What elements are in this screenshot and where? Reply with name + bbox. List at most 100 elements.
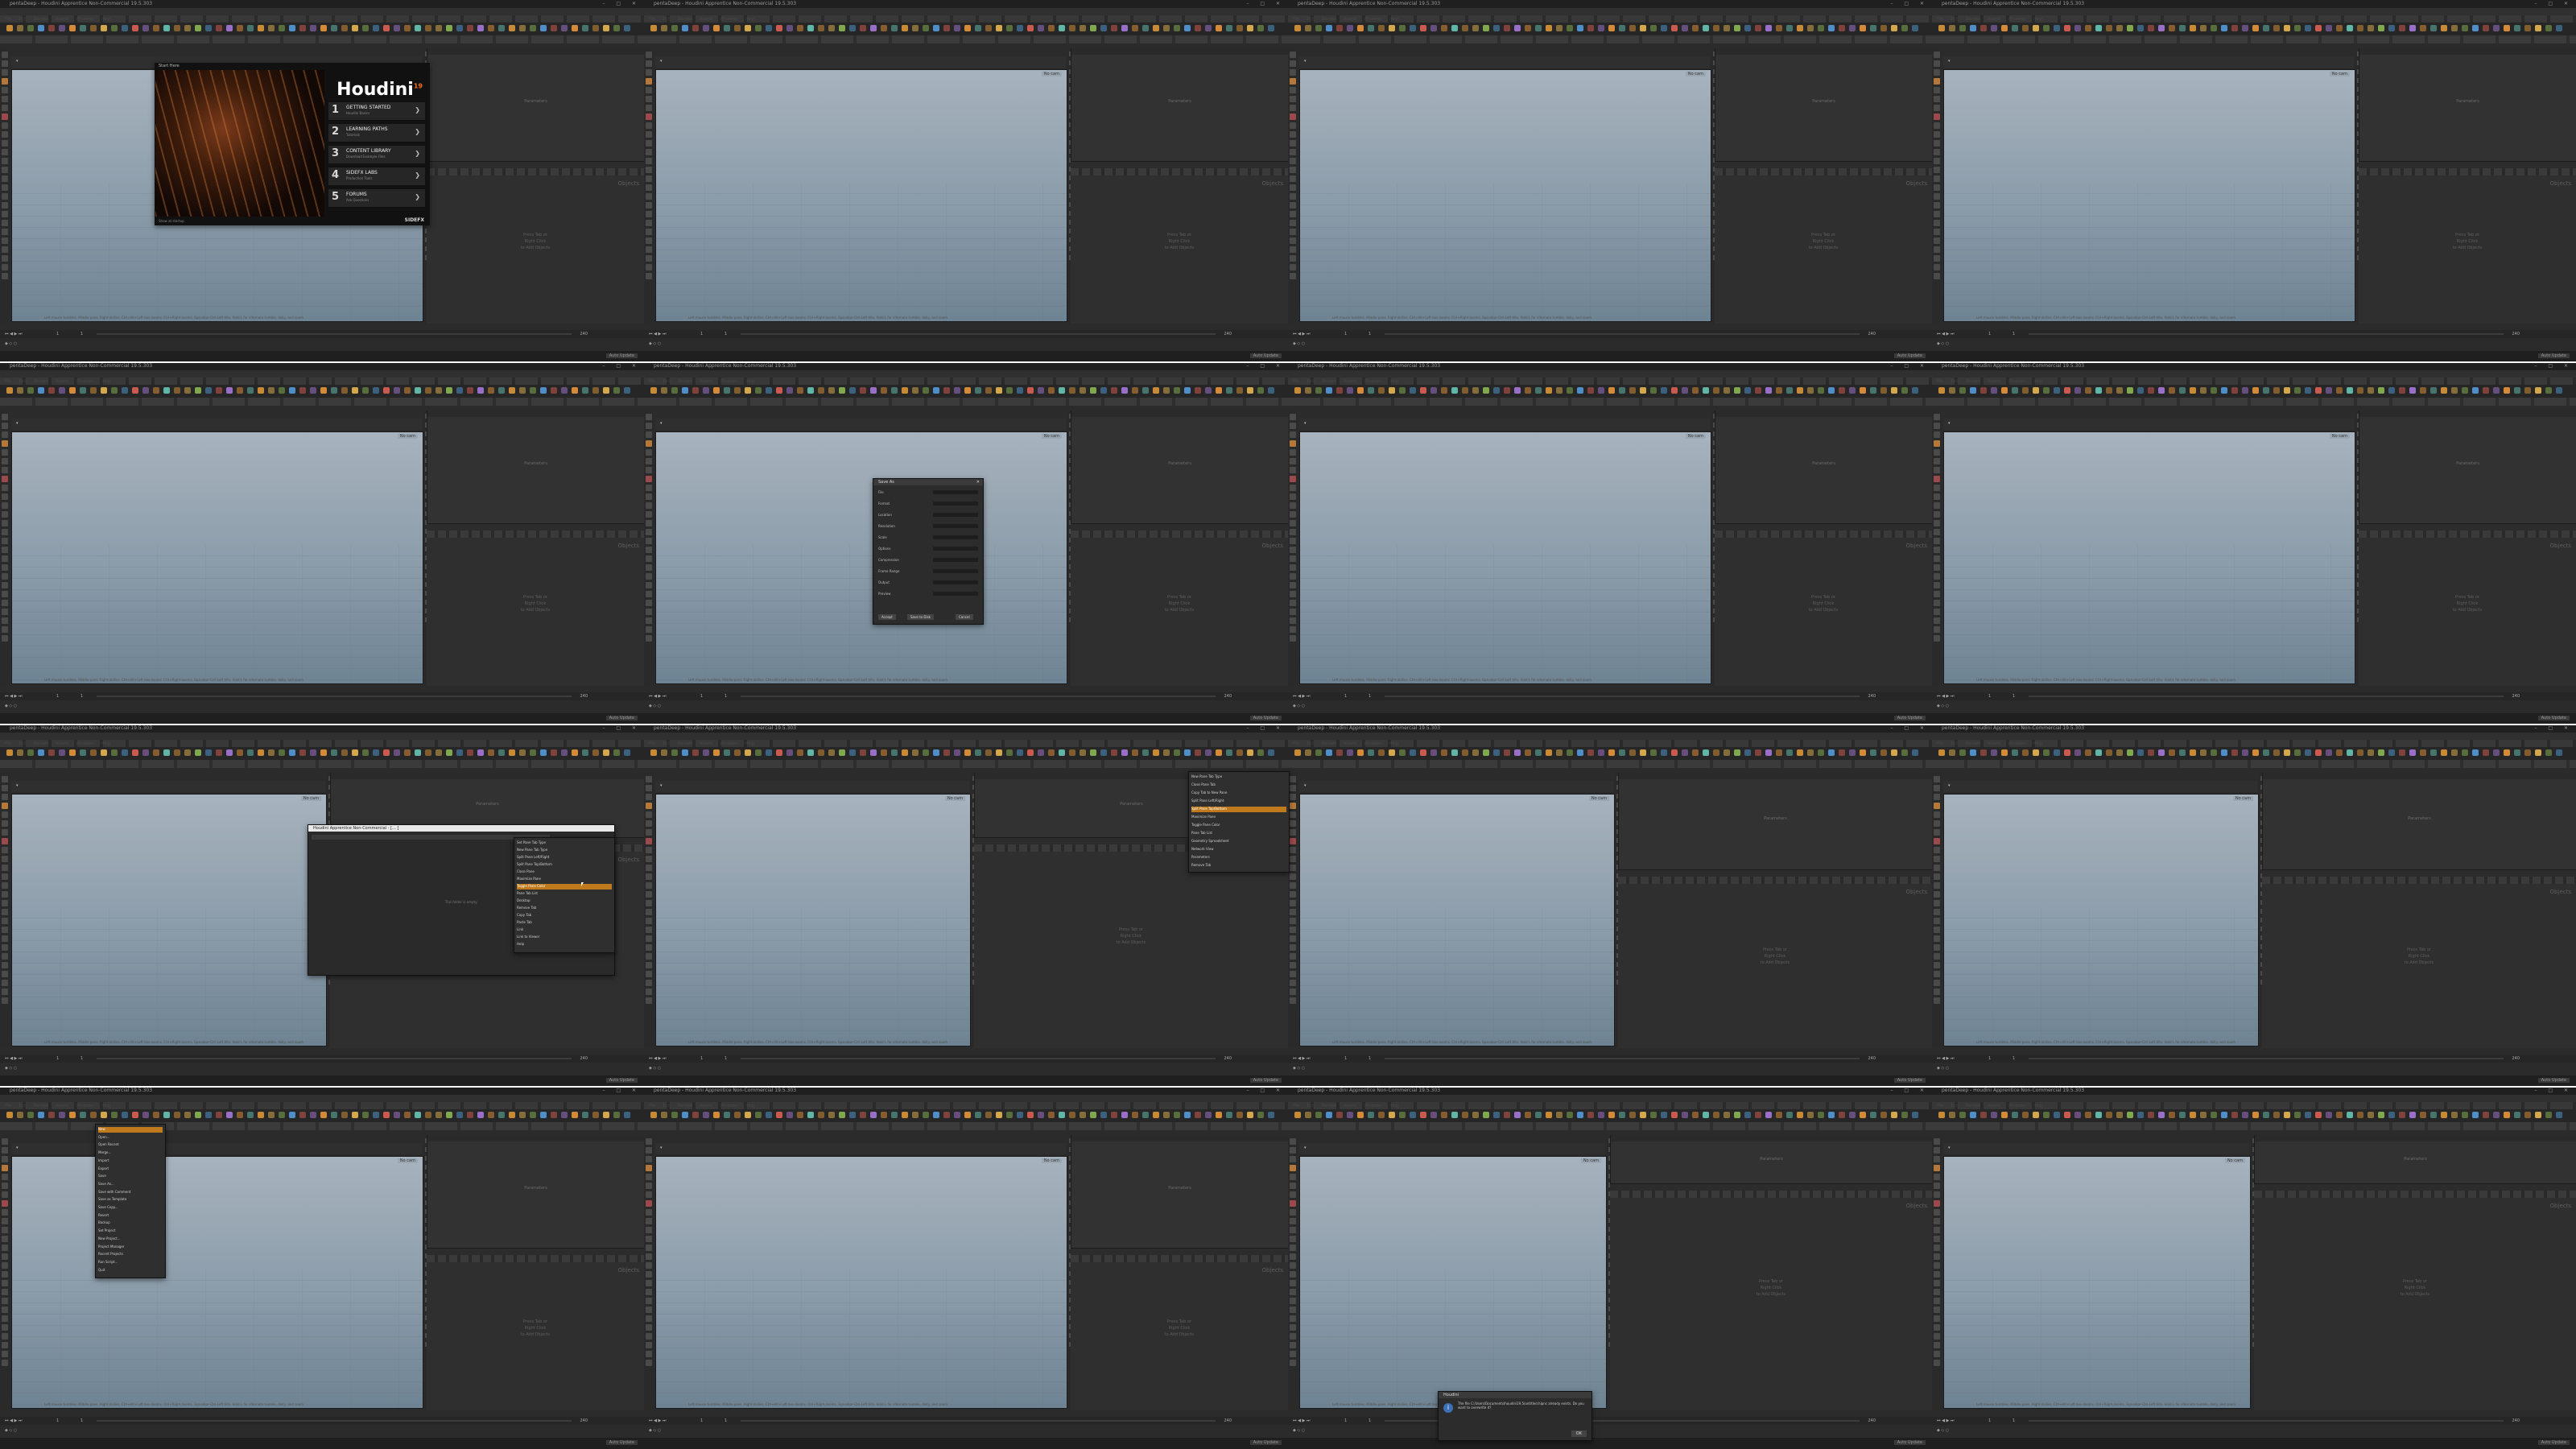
- shelf-tool-icon[interactable]: [703, 25, 709, 31]
- tool-icon[interactable]: [1290, 865, 1296, 871]
- tool-icon[interactable]: [646, 211, 652, 217]
- shelf-tool-icon[interactable]: [755, 387, 762, 394]
- auto-update-button[interactable]: Auto Update: [1249, 353, 1282, 358]
- shelf-tool-icon[interactable]: [2399, 25, 2405, 31]
- tool-icon[interactable]: [2, 211, 8, 217]
- shelf-tool-icon[interactable]: [2451, 25, 2458, 31]
- current-frame[interactable]: 1: [56, 1418, 59, 1423]
- ok-button[interactable]: OK: [1571, 1430, 1587, 1437]
- tool-icon[interactable]: [1934, 184, 1940, 191]
- dialog-button-cancel[interactable]: Cancel: [956, 614, 973, 620]
- shelf-tool-icon[interactable]: [561, 749, 568, 756]
- shelf-tool-icon[interactable]: [1315, 749, 1322, 756]
- range-end[interactable]: 240: [1224, 1056, 1232, 1061]
- shelf-tool-icon[interactable]: [2054, 749, 2060, 756]
- tool-icon[interactable]: [646, 193, 652, 200]
- tool-icon[interactable]: [646, 1324, 652, 1331]
- shelf-tool-icon[interactable]: [1195, 749, 1201, 756]
- tool-icon[interactable]: [646, 264, 652, 270]
- shelf-tool-icon[interactable]: [1901, 1112, 1908, 1118]
- shelf-tool-icon[interactable]: [477, 749, 484, 756]
- network-editor[interactable]: Press Tab orRight Clickto Add ObjectsObj…: [427, 175, 644, 324]
- shelf-tool-icon[interactable]: [776, 749, 782, 756]
- shelf-tool-icon[interactable]: [69, 1112, 76, 1118]
- tool-icon[interactable]: [2, 440, 8, 447]
- tool-icon[interactable]: [1290, 609, 1296, 615]
- window-controls[interactable]: – □ ✕: [2534, 1088, 2573, 1093]
- shelf-tool-icon[interactable]: [289, 1112, 295, 1118]
- shelf-tool-icon[interactable]: [1692, 1112, 1699, 1118]
- shelf-tool-icon[interactable]: [2420, 387, 2426, 394]
- shelf-tool-icon[interactable]: [1901, 749, 1908, 756]
- context-menu-item[interactable]: Link to Viewer: [517, 935, 612, 940]
- shelf-tool-icon[interactable]: [1048, 1112, 1055, 1118]
- shelf-tool-icon[interactable]: [1949, 25, 1955, 31]
- shelf-tool-icon[interactable]: [1111, 25, 1117, 31]
- tool-icon[interactable]: [646, 1156, 652, 1162]
- shelf-tool-icon[interactable]: [6, 749, 13, 756]
- tool-icon[interactable]: [1290, 220, 1296, 226]
- range-end[interactable]: 240: [2512, 694, 2520, 699]
- shelf-tool-icon[interactable]: [1336, 1112, 1343, 1118]
- shelf-tool-icon[interactable]: [724, 749, 730, 756]
- shelf-tool-icon[interactable]: [237, 387, 243, 394]
- tool-icon[interactable]: [2, 184, 8, 191]
- shelf-tool-icon[interactable]: [436, 25, 442, 31]
- shelf-tool-icon[interactable]: [1080, 387, 1086, 394]
- shelf-tool-icon[interactable]: [2064, 25, 2070, 31]
- tool-icon[interactable]: [646, 1191, 652, 1198]
- shelf-tool-icon[interactable]: [2179, 25, 2186, 31]
- tool-icon[interactable]: [646, 467, 652, 473]
- shelf-tool-icon[interactable]: [1174, 387, 1180, 394]
- shelf-tool-icon[interactable]: [90, 387, 97, 394]
- shelf-tool-icon[interactable]: [797, 1112, 803, 1118]
- shelf-tool-icon[interactable]: [1504, 749, 1510, 756]
- shelf-tool-icon[interactable]: [1111, 1112, 1117, 1118]
- shelf-tool-icon[interactable]: [828, 387, 835, 394]
- keyframe-tools[interactable]: ◆ ◇ ○: [5, 1066, 17, 1071]
- shelf-tool-icon[interactable]: [2169, 25, 2175, 31]
- scene-viewport[interactable]: No camLeft mouse tumbles. Middle pans. R…: [1299, 69, 1711, 322]
- shelf-tool-icon[interactable]: [2368, 387, 2374, 394]
- shelf-tool-icon[interactable]: [1703, 387, 1709, 394]
- shelf-tool-icon[interactable]: [415, 387, 421, 394]
- shelf-tool-icon[interactable]: [2326, 387, 2332, 394]
- shelf-tool-icon[interactable]: [2430, 749, 2437, 756]
- shelf-tool-icon[interactable]: [1080, 25, 1086, 31]
- shelf-tool-icon[interactable]: [1661, 25, 1667, 31]
- network-toolbar[interactable]: [1715, 530, 1932, 538]
- tool-icon[interactable]: [2, 1200, 8, 1207]
- tool-icon[interactable]: [1290, 493, 1296, 500]
- tool-icon[interactable]: [1934, 211, 1940, 217]
- dialog-field-input[interactable]: [933, 569, 978, 573]
- context-menu-item[interactable]: New Pane Tab Type: [517, 848, 612, 853]
- network-toolbar[interactable]: [1618, 877, 1932, 884]
- shelf-tool-icon[interactable]: [933, 387, 939, 394]
- tool-icon[interactable]: [1290, 1209, 1296, 1216]
- tool-icon[interactable]: [1934, 502, 1940, 509]
- shelf-tool-icon[interactable]: [425, 749, 431, 756]
- tool-icon[interactable]: [1934, 900, 1940, 906]
- shelf-tool-icon[interactable]: [1980, 1112, 1987, 1118]
- shelf-tool-icon[interactable]: [1776, 749, 1782, 756]
- shelf-tool-icon[interactable]: [519, 25, 526, 31]
- shelf-tool-icon[interactable]: [1142, 387, 1149, 394]
- shelf-tool-icon[interactable]: [1111, 749, 1117, 756]
- context-menu-item[interactable]: Split Pane Left/Right: [1191, 799, 1286, 804]
- shelf-tool-icon[interactable]: [2441, 749, 2447, 756]
- tool-icon[interactable]: [1290, 511, 1296, 518]
- shelf-tool-icon[interactable]: [682, 749, 688, 756]
- shelf-tool-icon[interactable]: [1535, 1112, 1542, 1118]
- shelf-tool-icon[interactable]: [786, 749, 793, 756]
- timeline-slider[interactable]: [97, 1058, 572, 1059]
- shelf-tool-icon[interactable]: [870, 749, 877, 756]
- shelf-tool-icon[interactable]: [1860, 25, 1866, 31]
- tool-icon[interactable]: [1934, 1183, 1940, 1189]
- keyframe-tools[interactable]: ◆ ◇ ○: [1937, 1066, 1949, 1071]
- tool-icon[interactable]: [646, 617, 652, 624]
- shelf-tool-icon[interactable]: [2514, 387, 2520, 394]
- shelf-tool-icon[interactable]: [1357, 25, 1364, 31]
- shelf-tool-icon[interactable]: [1236, 387, 1243, 394]
- shelf-tool-icon[interactable]: [404, 25, 411, 31]
- tool-icon[interactable]: [1934, 803, 1940, 809]
